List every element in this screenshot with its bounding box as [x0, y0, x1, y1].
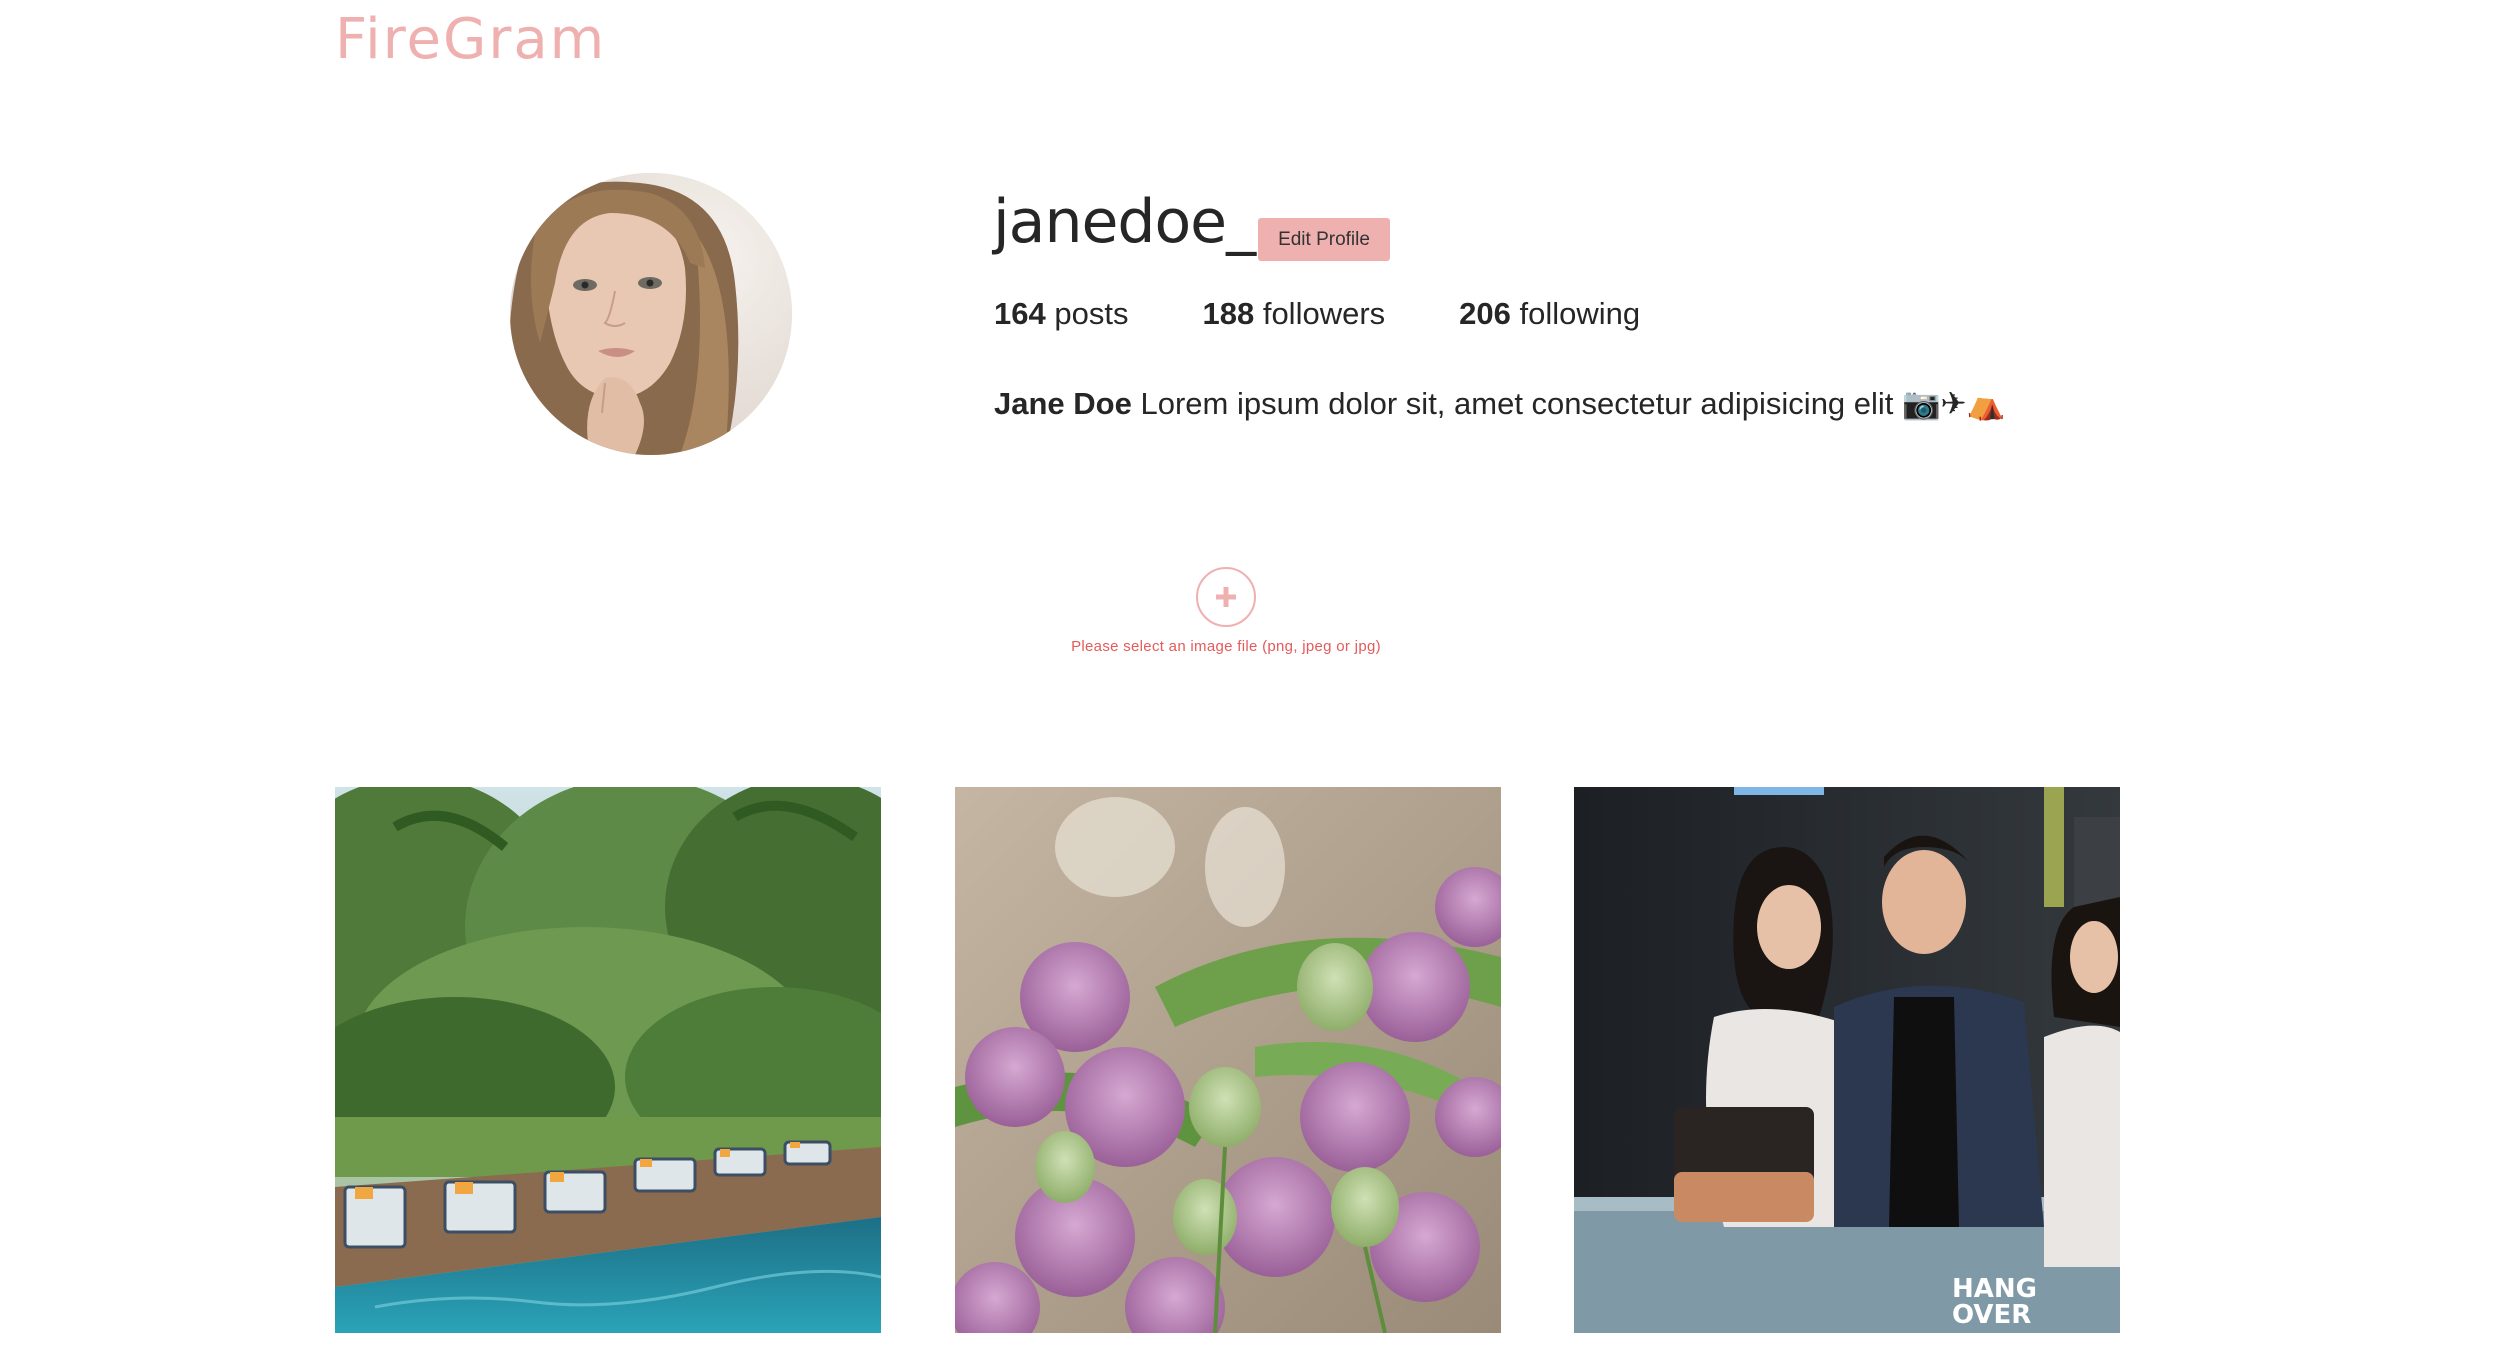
pool-photo	[335, 787, 881, 1333]
stat-posts[interactable]: 164 posts	[994, 294, 1128, 334]
followers-label: followers	[1262, 296, 1386, 331]
profile-bio: Jane Doe Lorem ipsum dolor sit, amet con…	[994, 384, 2005, 424]
following-count: 206	[1459, 296, 1511, 331]
plus-icon	[1216, 587, 1236, 607]
followers-count: 188	[1202, 296, 1255, 331]
profile-username: janedoe_	[993, 187, 1256, 257]
stat-followers[interactable]: 188 followers	[1202, 294, 1385, 334]
upload-error-message: Please select an image file (png, jpeg o…	[1071, 638, 1381, 655]
post-image-party[interactable]: HANG OVER	[1574, 787, 2120, 1333]
post-image-tulips[interactable]	[955, 787, 1501, 1333]
posts-label: posts	[1054, 296, 1129, 331]
bio-name: Jane Doe	[994, 386, 1132, 421]
profile-stats: 164 posts 188 followers 206 following	[994, 294, 1714, 334]
posts-count: 164	[994, 296, 1046, 331]
profile-avatar[interactable]	[510, 173, 792, 455]
post-image-pool[interactable]	[335, 787, 881, 1333]
app-logo[interactable]: FireGram	[335, 6, 606, 74]
upload-image-button[interactable]	[1196, 567, 1256, 627]
svg-text:OVER: OVER	[1952, 1300, 2031, 1330]
bio-text: Lorem ipsum dolor sit, amet consectetur …	[1140, 386, 2006, 421]
avatar-image	[510, 173, 792, 455]
edit-profile-button[interactable]: Edit Profile	[1258, 218, 1390, 261]
party-photo: HANG OVER	[1574, 787, 2120, 1333]
page: FireGram janedoe_ Edit Profile 164 posts…	[0, 0, 2494, 1356]
stat-following[interactable]: 206 following	[1459, 294, 1640, 334]
tulips-photo	[955, 787, 1501, 1333]
following-label: following	[1519, 296, 1641, 331]
